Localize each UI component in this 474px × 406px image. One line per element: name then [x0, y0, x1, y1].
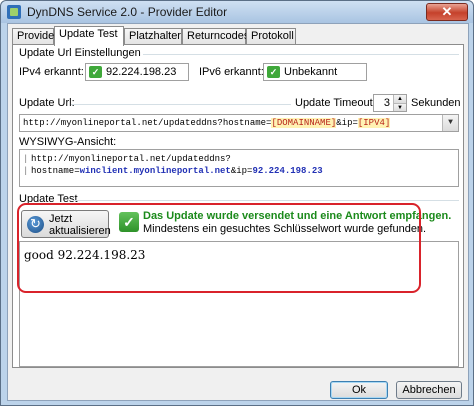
ipv6-value: Unbekannt [284, 66, 338, 78]
wysiwyg-line-1: | http://myonlineportal.net/updateddns? [23, 154, 231, 164]
highlight-frame [17, 203, 421, 293]
url-middle: &ip= [336, 118, 358, 128]
tab-platzhalter[interactable]: Platzhalter [124, 28, 182, 45]
dialog-client: Provider Update Test Platzhalter Returnc… [7, 23, 469, 401]
timeout-unit: Sekunden [411, 97, 461, 109]
ipv6-field: ✓ Unbekannt [263, 63, 367, 81]
provider-editor-window: DynDNS Service 2.0 - Provider Editor ✕ P… [0, 0, 474, 406]
ipv4-value: 92.224.198.23 [106, 66, 177, 78]
tab-protokoll[interactable]: Protokoll [246, 28, 296, 45]
url-prefix: http://myonlineportal.net/updateddns?hos… [23, 118, 272, 128]
ipv4-field: ✓ 92.224.198.23 [85, 63, 189, 81]
spin-up-icon[interactable]: ▲ [393, 95, 406, 103]
placeholder-ipv4: [IPV4] [357, 118, 391, 128]
ipv6-label: IPv6 erkannt: [199, 66, 264, 78]
url-settings-divider [143, 54, 459, 55]
ok-button[interactable]: Ok [330, 381, 388, 399]
cancel-button[interactable]: Abbrechen [396, 381, 462, 399]
title-bar: DynDNS Service 2.0 - Provider Editor ✕ [1, 1, 473, 23]
tab-returncodes[interactable]: Returncodes [182, 28, 249, 45]
spin-down-icon[interactable]: ▼ [393, 103, 406, 111]
update-url-divider [71, 104, 291, 105]
tab-provider[interactable]: Provider [12, 28, 58, 45]
check-icon: ✓ [267, 66, 280, 78]
update-test-divider [73, 200, 459, 201]
timeout-label: Update Timeout: [295, 97, 376, 109]
check-icon: ✓ [89, 66, 102, 78]
update-url-combobox[interactable]: http://myonlineportal.net/updateddns?hos… [19, 114, 459, 132]
wysiwyg-line-2: | hostname=winclient.myonlineportal.net&i… [23, 166, 323, 176]
app-icon [7, 5, 21, 19]
window-title: DynDNS Service 2.0 - Provider Editor [27, 5, 228, 19]
timeout-value: 3 [383, 97, 390, 109]
timeout-stepper[interactable]: 3 ▲ ▼ [373, 94, 407, 112]
url-settings-label: Update Url Einstellungen [19, 47, 141, 59]
dropdown-arrow-icon[interactable]: ▼ [442, 115, 458, 131]
update-url-label: Update Url: [19, 97, 75, 109]
tab-update-test[interactable]: Update Test [54, 26, 124, 46]
wysiwyg-preview: | http://myonlineportal.net/updateddns? |… [19, 149, 459, 187]
update-test-panel: Update Url Einstellungen IPv4 erkannt: ✓… [12, 44, 464, 368]
wysiwyg-label: WYSIWYG-Ansicht: [19, 136, 117, 148]
placeholder-domain: [DOMAINNAME] [271, 118, 337, 128]
close-button[interactable]: ✕ [426, 3, 468, 21]
ipv4-label: IPv4 erkannt: [19, 66, 84, 78]
